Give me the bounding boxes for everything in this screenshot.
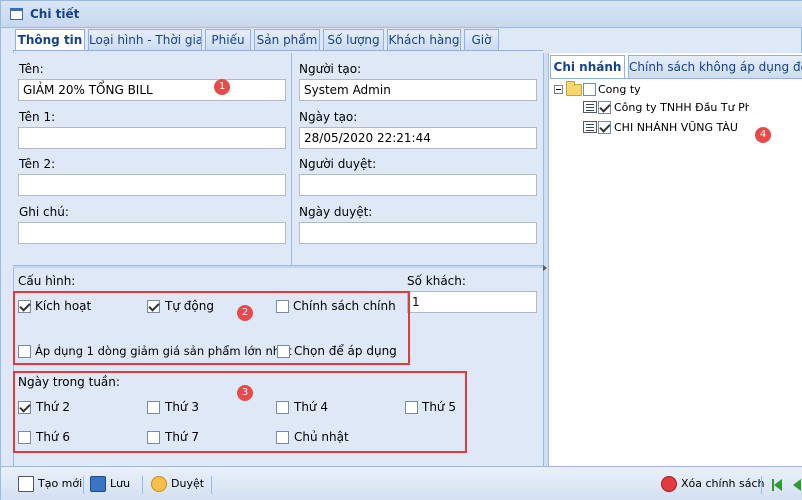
select-to-apply-checkbox[interactable] — [277, 345, 290, 358]
active-checkbox[interactable] — [18, 300, 31, 313]
badge-4: 4 — [755, 127, 771, 143]
sunday-label: Chủ nhật — [294, 430, 349, 444]
tab-gio[interactable]: Giờ — [464, 29, 499, 50]
guest-count-label: Số khách: — [407, 274, 466, 288]
first-record-icon — [774, 479, 782, 491]
previous-record-icon — [793, 479, 801, 491]
guest-count-input[interactable]: 1 — [407, 291, 537, 313]
tree-child-1-label[interactable]: Công ty TNHH Đầu Tư Phát T — [614, 101, 749, 114]
horizontal-splitter[interactable] — [13, 265, 543, 268]
first-record-button[interactable] — [772, 475, 782, 495]
right-tab-underline — [550, 78, 802, 79]
main-policy-checkbox-label: Chính sách chính — [293, 299, 396, 313]
created-date-input[interactable]: 28/05/2020 22:21:44 — [299, 127, 537, 149]
save-icon — [90, 476, 106, 492]
tab-so-luong[interactable]: Số lượng — [323, 29, 384, 50]
note-label: Ghi chú: — [19, 205, 69, 219]
window-titlebar[interactable]: Chi tiết — [1, 1, 802, 28]
monday-checkbox[interactable] — [18, 401, 31, 414]
tab-branch[interactable]: Chi nhánh — [550, 55, 625, 78]
max-product-discount-checkbox-label: Áp dụng 1 dòng giảm giá sản phẩm lớn nhấ… — [35, 344, 292, 358]
approved-date-label: Ngày duyệt: — [299, 205, 373, 219]
collapse-arrow-icon[interactable] — [543, 265, 547, 271]
branch-node-icon — [583, 101, 597, 113]
toolbar-separator — [83, 476, 84, 494]
created-date-label: Ngày tạo: — [299, 110, 358, 124]
delete-icon — [661, 476, 677, 492]
name-label: Tên: — [19, 62, 44, 76]
saturday-label: Thứ 7 — [165, 430, 199, 444]
name2-input[interactable] — [18, 174, 286, 196]
friday-checkbox[interactable] — [18, 431, 31, 444]
window-icon — [10, 8, 23, 20]
note-input[interactable] — [18, 222, 286, 244]
tab-loai-hinh-thoi-gian[interactable]: Loại hình - Thời gian — [88, 29, 202, 50]
tuesday-checkbox[interactable] — [147, 401, 160, 414]
tab-khach-hang[interactable]: Khách hàng — [387, 29, 461, 50]
delete-policy-button-label: Xóa chính sách — [681, 477, 765, 490]
config-label: Cấu hình: — [18, 274, 76, 288]
approve-button[interactable]: Duyệt — [151, 474, 204, 494]
friday-label: Thứ 6 — [36, 430, 70, 444]
prev-record-button[interactable] — [793, 475, 802, 495]
wednesday-checkbox[interactable] — [276, 401, 289, 414]
tab-non-concurrent-policy[interactable]: Chính sách không áp dụng đồng th — [628, 55, 802, 78]
creator-label: Người tạo: — [299, 62, 362, 76]
select-to-apply-checkbox-label: Chọn để áp dụng — [294, 344, 397, 358]
monday-label: Thứ 2 — [36, 400, 70, 414]
tree-root-checkbox[interactable] — [583, 83, 596, 96]
detail-window: Chi tiết Thông tin Loại hình - Thời gian… — [0, 0, 802, 500]
bottom-toolbar: Tạo mới Lưu Duyệt Xóa chính sách — [1, 466, 802, 500]
name1-label: Tên 1: — [19, 110, 56, 124]
badge-3: 3 — [237, 385, 253, 401]
branch-panel — [548, 53, 802, 466]
name1-input[interactable] — [18, 127, 286, 149]
branch-node-icon — [583, 121, 597, 133]
saturday-checkbox[interactable] — [147, 431, 160, 444]
folder-icon — [566, 81, 582, 96]
badge-1: 1 — [214, 79, 230, 95]
wednesday-label: Thứ 4 — [294, 400, 328, 414]
weekdays-label: Ngày trong tuần: — [18, 375, 120, 389]
create-button[interactable]: Tạo mới — [18, 474, 82, 494]
tree-child-2-checkbox[interactable] — [598, 121, 611, 134]
approver-label: Người duyệt: — [299, 157, 377, 171]
create-button-label: Tạo mới — [38, 477, 83, 490]
tree-child-1-checkbox[interactable] — [598, 101, 611, 114]
save-button-label: Lưu — [110, 477, 131, 490]
thursday-checkbox[interactable] — [405, 401, 418, 414]
window-title: Chi tiết — [30, 7, 80, 21]
tree-child-2-label[interactable]: CHI NHÁNH VŨNG TÀU — [614, 121, 738, 134]
approved-date-input[interactable] — [299, 222, 537, 244]
auto-checkbox[interactable] — [147, 300, 160, 313]
main-policy-checkbox[interactable] — [276, 300, 289, 313]
tree-collapse-icon[interactable] — [554, 85, 563, 94]
name2-label: Tên 2: — [19, 157, 56, 171]
creator-input[interactable]: System Admin — [299, 79, 537, 101]
approver-input[interactable] — [299, 174, 537, 196]
toolbar-separator — [142, 476, 143, 494]
thursday-label: Thứ 5 — [422, 400, 456, 414]
name-input[interactable]: GIẢM 20% TỔNG BILL — [18, 79, 286, 101]
toolbar-separator — [211, 476, 212, 494]
active-checkbox-label: Kích hoạt — [35, 299, 92, 313]
sunday-checkbox[interactable] — [276, 431, 289, 444]
tab-phieu[interactable]: Phiếu — [205, 29, 251, 50]
tab-san-pham[interactable]: Sản phẩm — [254, 29, 320, 50]
tuesday-label: Thứ 3 — [165, 400, 199, 414]
tree-root-label[interactable]: Cong ty — [598, 83, 641, 96]
max-product-discount-checkbox[interactable] — [18, 345, 31, 358]
badge-2: 2 — [237, 305, 253, 321]
auto-checkbox-label: Tự động — [165, 299, 214, 313]
delete-policy-button[interactable]: Xóa chính sách — [661, 474, 765, 494]
approve-button-label: Duyệt — [171, 477, 205, 490]
tab-thong-tin[interactable]: Thông tin — [15, 29, 85, 51]
new-document-icon — [18, 476, 34, 492]
approve-icon — [151, 476, 167, 492]
toolbar-separator — [761, 476, 762, 494]
save-button[interactable]: Lưu — [90, 474, 130, 494]
